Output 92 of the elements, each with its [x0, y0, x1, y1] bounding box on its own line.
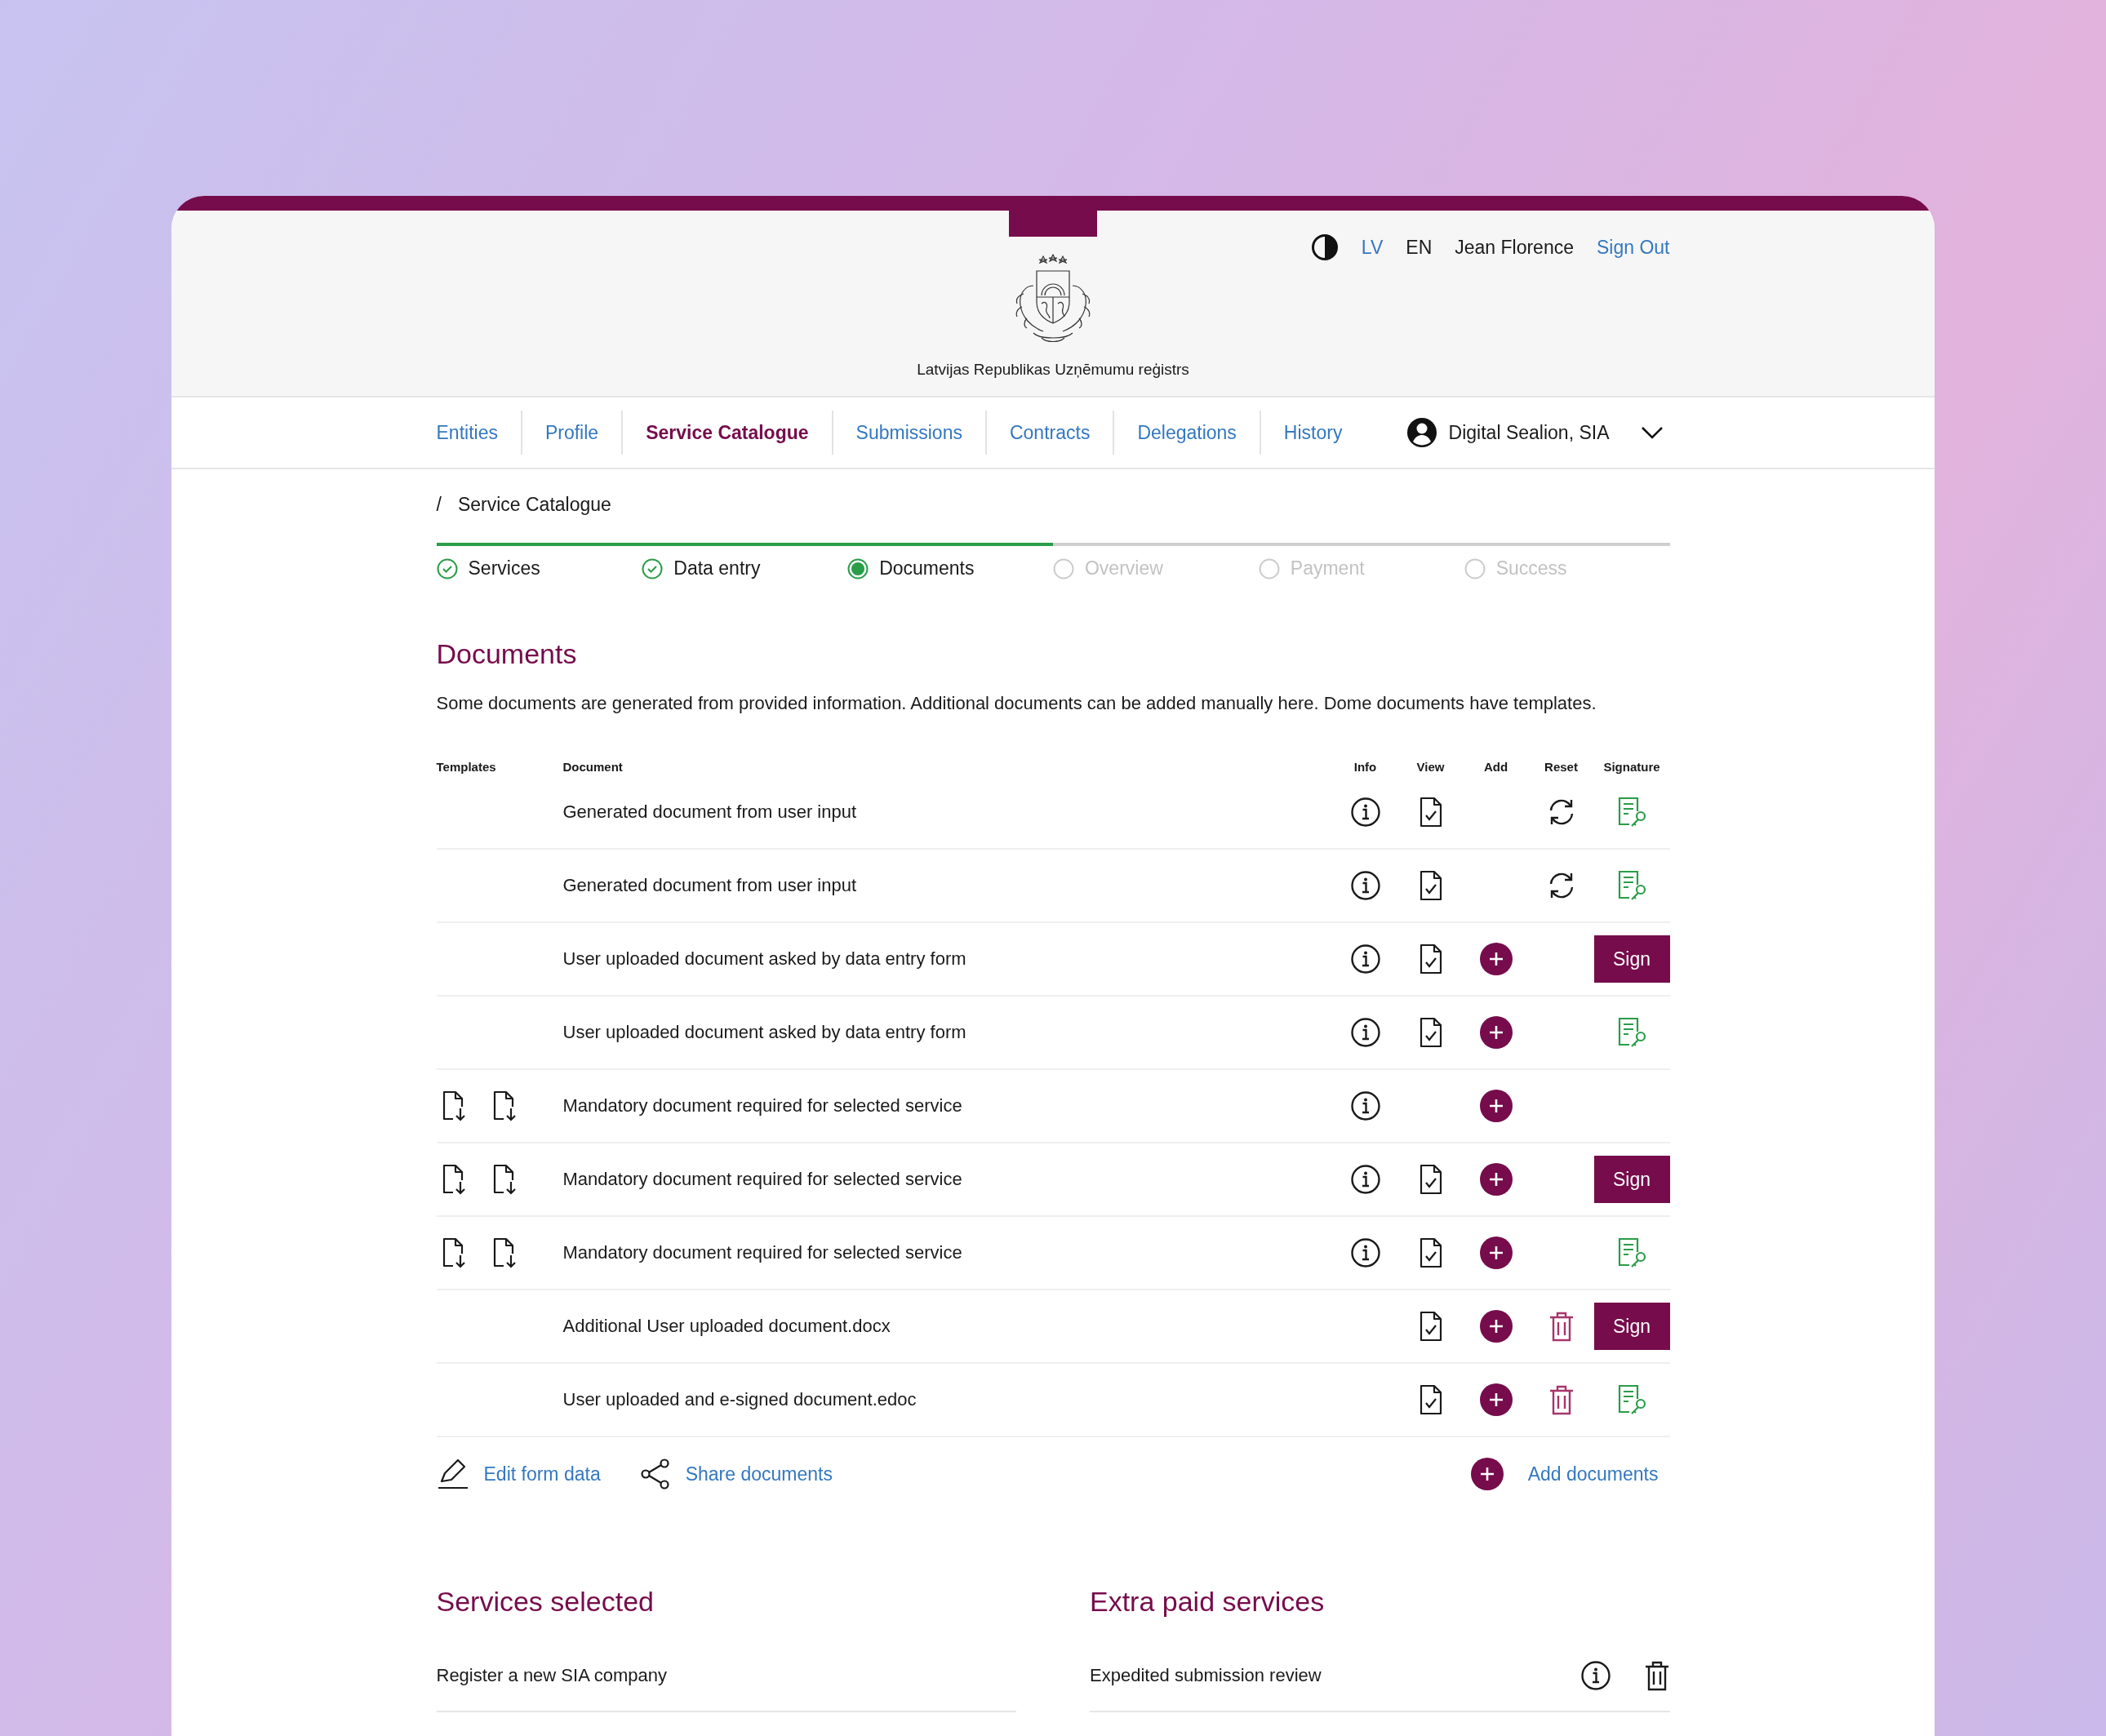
- chevron-down-icon[interactable]: [1640, 426, 1664, 439]
- document-name: Generated document from user input: [562, 875, 858, 896]
- language-link[interactable]: EN: [1406, 236, 1433, 259]
- edit-form-data-link[interactable]: Edit form data: [483, 1463, 601, 1485]
- language-link[interactable]: LV: [1361, 236, 1384, 259]
- section-title: Extra paid services: [1090, 1586, 1326, 1618]
- add-icon[interactable]: [1479, 1090, 1513, 1122]
- column-header: Signature: [1602, 759, 1661, 774]
- step-label: Success: [1495, 557, 1567, 579]
- document-check-icon[interactable]: [1418, 1311, 1443, 1342]
- column-header: Document: [562, 759, 624, 774]
- sign-button[interactable]: Sign: [1593, 935, 1670, 983]
- delete-icon[interactable]: [1548, 1384, 1575, 1415]
- info-icon[interactable]: [1580, 1660, 1611, 1691]
- column-header: Add: [1482, 759, 1509, 774]
- document-check-icon[interactable]: [1418, 1164, 1443, 1195]
- nav-tab[interactable]: Contracts: [986, 421, 1113, 444]
- breadcrumb-item: Service Catalogue: [457, 494, 611, 517]
- info-icon[interactable]: [1349, 1090, 1381, 1121]
- document-check-icon[interactable]: [1418, 943, 1443, 975]
- step-label: Documents: [879, 557, 975, 579]
- document-download-icon[interactable]: [441, 1237, 468, 1268]
- step-label: Payment: [1290, 557, 1365, 579]
- info-icon[interactable]: [1349, 1237, 1381, 1268]
- add-icon[interactable]: [1479, 1163, 1513, 1196]
- signed-document-icon[interactable]: [1616, 1237, 1647, 1268]
- document-check-icon[interactable]: [1418, 870, 1443, 901]
- document-name: Mandatory document required for selected service: [562, 1169, 963, 1190]
- nav-tab[interactable]: Delegations: [1114, 421, 1260, 444]
- document-name: Mandatory document required for selected service: [562, 1242, 963, 1263]
- step-label: Data entry: [673, 557, 761, 579]
- share-icon[interactable]: [639, 1459, 671, 1490]
- document-check-icon[interactable]: [1418, 797, 1443, 828]
- document-check-icon[interactable]: [1418, 1237, 1443, 1268]
- document-name: User uploaded document asked by data entry form: [562, 1022, 967, 1043]
- document-check-icon[interactable]: [1418, 1384, 1443, 1415]
- document-check-icon[interactable]: [1418, 1017, 1443, 1048]
- step-label: Services: [468, 557, 540, 579]
- nav-tab[interactable]: Submissions: [833, 421, 985, 444]
- signed-document-icon[interactable]: [1616, 870, 1647, 901]
- document-download-icon[interactable]: [441, 1090, 468, 1121]
- account-name[interactable]: Digital Sealion, SIA: [1448, 421, 1610, 444]
- info-icon[interactable]: [1349, 797, 1381, 828]
- pencil-icon[interactable]: [436, 1459, 469, 1490]
- document-name: User uploaded and e-signed document.edoc: [562, 1389, 917, 1410]
- add-icon[interactable]: [1470, 1458, 1504, 1490]
- delete-icon[interactable]: [1548, 1311, 1575, 1342]
- nav-tab[interactable]: Entities: [436, 421, 521, 444]
- service-name: Expedited submission review: [1090, 1665, 1322, 1686]
- contrast-toggle-icon[interactable]: [1310, 233, 1339, 261]
- document-name: User uploaded document asked by data entry form: [562, 948, 967, 970]
- document-download-icon[interactable]: [491, 1164, 518, 1195]
- add-icon[interactable]: [1479, 1016, 1513, 1049]
- add-icon[interactable]: [1479, 1237, 1513, 1269]
- signed-document-icon[interactable]: [1616, 1017, 1647, 1048]
- share-documents-link[interactable]: Share documents: [685, 1463, 833, 1485]
- step-label: Overview: [1085, 557, 1163, 579]
- column-header: Templates: [436, 759, 497, 774]
- info-icon[interactable]: [1349, 1164, 1381, 1195]
- signed-document-icon[interactable]: [1616, 797, 1647, 828]
- add-icon[interactable]: [1479, 1383, 1513, 1416]
- document-name: Generated document from user input: [562, 801, 858, 823]
- breadcrumb-separator: /: [436, 494, 442, 517]
- document-name: Additional User uploaded document.docx: [562, 1316, 891, 1337]
- column-header: Reset: [1544, 759, 1579, 774]
- add-documents-link[interactable]: Add documents: [1527, 1463, 1659, 1485]
- sign-button[interactable]: Sign: [1593, 1303, 1670, 1350]
- nav-tab[interactable]: Profile: [522, 421, 622, 444]
- document-download-icon[interactable]: [491, 1090, 518, 1121]
- service-name: Register a new SIA company: [436, 1665, 667, 1686]
- nav-tab[interactable]: Service Catalogue: [623, 421, 832, 444]
- document-download-icon[interactable]: [441, 1164, 468, 1195]
- nav-tab[interactable]: History: [1260, 421, 1366, 444]
- sign-out-link[interactable]: Sign Out: [1597, 236, 1670, 259]
- column-header: View: [1415, 759, 1446, 774]
- add-icon[interactable]: [1479, 943, 1513, 975]
- add-icon[interactable]: [1479, 1310, 1513, 1343]
- section-title: Services selected: [436, 1586, 655, 1618]
- section-description: Some documents are generated from provided information. Additional documents can be added manually here. Dome documents have templates.: [436, 693, 1597, 714]
- sign-button[interactable]: Sign: [1593, 1156, 1670, 1203]
- user-name: Jean Florence: [1455, 236, 1574, 259]
- delete-icon[interactable]: [1643, 1660, 1670, 1691]
- user-avatar-icon: [1406, 417, 1437, 448]
- document-name: Mandatory document required for selected service: [562, 1095, 963, 1117]
- signed-document-icon[interactable]: [1616, 1384, 1647, 1415]
- section-title: Documents: [436, 638, 578, 670]
- column-header: Info: [1353, 759, 1378, 774]
- document-download-icon[interactable]: [491, 1237, 518, 1268]
- organization-name: Latvijas Republikas Uzņēmumu reģistrs: [917, 361, 1189, 379]
- info-icon[interactable]: [1349, 943, 1381, 975]
- info-icon[interactable]: [1349, 870, 1381, 901]
- info-icon[interactable]: [1349, 1017, 1381, 1048]
